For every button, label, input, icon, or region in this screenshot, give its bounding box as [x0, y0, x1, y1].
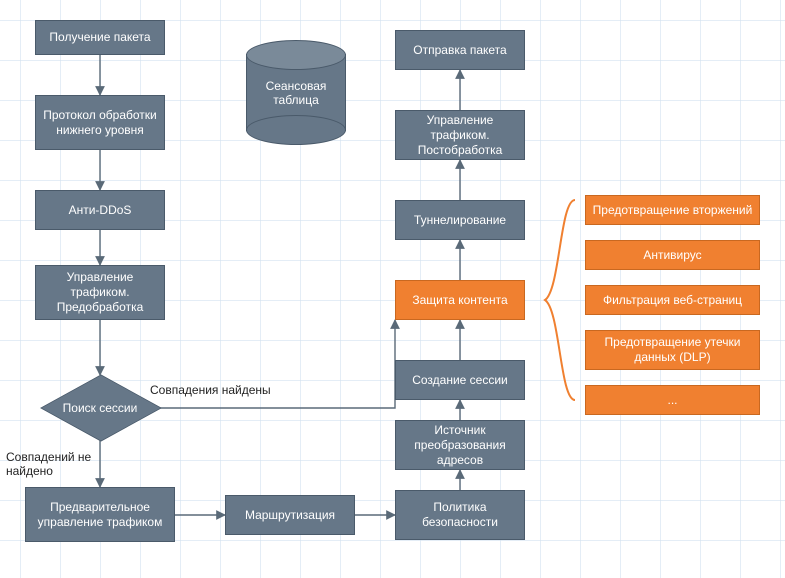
- node-label: Фильтрация веб-страниц: [603, 293, 742, 308]
- node-session-search: Поиск сессии: [40, 375, 160, 440]
- node-label: Антивирус: [643, 248, 701, 263]
- node-pre-traffic-mgmt: Предварительное управление трафиком: [25, 487, 175, 542]
- node-traffic-post: Управление трафиком. Постобработка: [395, 110, 525, 160]
- node-content-protection: Защита контента: [395, 280, 525, 320]
- node-label: Сеансовая таблица: [246, 79, 346, 107]
- node-label: Политика безопасности: [402, 500, 518, 530]
- node-label: Отправка пакета: [413, 43, 506, 58]
- node-label: Управление трафиком. Предобработка: [42, 270, 158, 315]
- node-label: Анти-DDoS: [69, 203, 132, 218]
- node-label: Протокол обработки нижнего уровня: [42, 108, 158, 138]
- node-label: ...: [667, 393, 677, 408]
- group-item-web-filter: Фильтрация веб-страниц: [585, 285, 760, 315]
- group-item-dlp: Предотвращение утечки данных (DLP): [585, 330, 760, 370]
- node-nat-source: Источник преобразования адресов: [395, 420, 525, 470]
- node-low-level-protocol: Протокол обработки нижнего уровня: [35, 95, 165, 150]
- node-label: Источник преобразования адресов: [402, 423, 518, 468]
- group-item-ips: Предотвращение вторжений: [585, 195, 760, 225]
- node-security-policy: Политика безопасности: [395, 490, 525, 540]
- node-receive-packet: Получение пакета: [35, 20, 165, 55]
- node-anti-ddos: Анти-DDoS: [35, 190, 165, 230]
- node-label: Предотвращение вторжений: [593, 203, 753, 218]
- node-label: Управление трафиком. Постобработка: [402, 113, 518, 158]
- node-label: Поиск сессии: [63, 401, 138, 415]
- node-label: Предварительное управление трафиком: [32, 500, 168, 530]
- group-item-antivirus: Антивирус: [585, 240, 760, 270]
- node-send-packet: Отправка пакета: [395, 30, 525, 70]
- node-session-table: Сеансовая таблица: [246, 40, 346, 145]
- edge-label-no-match: Совпадений не найдено: [6, 450, 116, 478]
- node-tunneling: Туннелирование: [395, 200, 525, 240]
- node-label: Создание сессии: [412, 373, 508, 388]
- node-create-session: Создание сессии: [395, 360, 525, 400]
- group-item-more: ...: [585, 385, 760, 415]
- node-routing: Маршрутизация: [225, 495, 355, 535]
- node-label: Маршрутизация: [245, 508, 335, 523]
- node-label: Получение пакета: [49, 30, 150, 45]
- node-label: Защита контента: [412, 293, 507, 308]
- node-label: Туннелирование: [414, 213, 506, 228]
- edge-label-match-found: Совпадения найдены: [150, 383, 271, 397]
- node-label: Предотвращение утечки данных (DLP): [592, 335, 753, 365]
- node-traffic-pre: Управление трафиком. Предобработка: [35, 265, 165, 320]
